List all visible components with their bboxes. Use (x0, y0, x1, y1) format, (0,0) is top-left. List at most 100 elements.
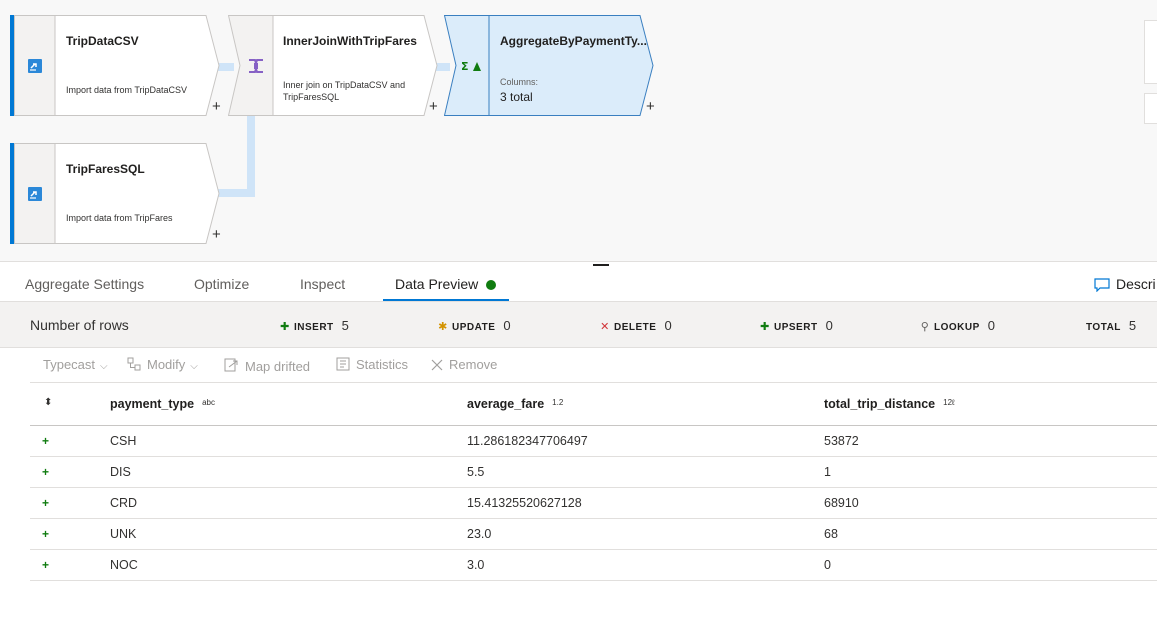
chevron-down-icon: ⌵ (190, 361, 198, 372)
stat-label: TOTAL (1086, 322, 1121, 333)
data-flow-canvas[interactable]: TripDataCSV Import data from TripDataCSV… (0, 0, 1157, 262)
lookup-icon: ⚲ (920, 321, 930, 333)
source-icon (14, 143, 56, 244)
insert-icon: ✚ (280, 321, 290, 333)
column-header-total-trip-distance[interactable]: total_trip_distance 12ℓ (824, 397, 955, 411)
join-icon (236, 15, 276, 116)
type-icon: 12ℓ (943, 398, 955, 407)
map-drifted-label: Map drifted (245, 359, 311, 374)
active-tab-indicator (383, 299, 509, 301)
stat-value: 5 (1128, 318, 1137, 333)
stat-upsert: ✚ UPSERT 0 (759, 318, 833, 333)
column-header-average-fare[interactable]: average_fare 1.2 (467, 397, 563, 411)
stat-value: 0 (987, 318, 996, 333)
stat-update: ✱ UPDATE 0 (437, 318, 511, 333)
statistics-icon (336, 357, 350, 374)
insert-row-icon: + (42, 496, 50, 510)
node-description: Import data from TripFares (66, 213, 173, 223)
svg-text:Σ: Σ (461, 60, 469, 73)
data-preview-table: ⬍ payment_type abc average_fare 1.2 total_… (30, 383, 1157, 581)
column-header-payment-type[interactable]: payment_type abc (110, 397, 215, 411)
stat-label: INSERT (294, 322, 334, 333)
comment-icon (1094, 278, 1110, 295)
typecast-button[interactable]: Typecast ⌵ (43, 357, 108, 372)
node-description: Import data from TripDataCSV (66, 85, 188, 95)
canvas-fit-control[interactable] (1144, 93, 1157, 124)
stat-lookup: ⚲ LOOKUP 0 (919, 318, 995, 333)
node-title: InnerJoinWithTripFares (283, 34, 417, 48)
typecast-label: Typecast (43, 357, 96, 372)
node-title: TripDataCSV (66, 34, 139, 48)
panel-resize-handle[interactable] (593, 264, 609, 266)
table-row: + CSH 11.286182347706497 53872 (30, 426, 1157, 457)
tab-aggregate-settings[interactable]: Aggregate Settings (25, 276, 144, 292)
cell-total-trip-distance: 68910 (824, 496, 859, 510)
stat-value: 0 (664, 318, 672, 333)
stat-value: 0 (503, 318, 511, 333)
table-header: ⬍ payment_type abc average_fare 1.2 total_… (30, 383, 1157, 426)
add-transform-button[interactable]: + (212, 227, 221, 242)
cell-payment-type: CRD (110, 496, 138, 510)
insert-row-icon: + (42, 527, 50, 541)
cell-total-trip-distance: 1 (824, 465, 831, 479)
stat-delete: ✕ DELETE 0 (599, 318, 672, 333)
cell-total-trip-distance: 68 (824, 527, 838, 541)
type-icon: 1.2 (552, 398, 564, 407)
stat-label: UPDATE (452, 322, 496, 333)
stat-label: DELETE (614, 322, 657, 333)
rows-label: Number of rows (30, 317, 129, 333)
cell-payment-type: CSH (110, 434, 137, 448)
tab-inspect[interactable]: Inspect (300, 276, 345, 292)
node-title: TripFaresSQL (66, 162, 145, 176)
stat-value: 5 (341, 318, 349, 333)
stat-insert: ✚ INSERT 5 (279, 318, 349, 333)
node-tripfaressql[interactable]: TripFaresSQL Import data from TripFares … (10, 143, 221, 244)
remove-button[interactable]: Remove (431, 357, 497, 374)
node-innerjoin[interactable]: InnerJoinWithTripFares Inner join on Tri… (228, 15, 440, 116)
add-transform-button[interactable]: + (646, 99, 655, 114)
tab-data-preview[interactable]: Data Preview (395, 276, 497, 292)
cell-total-trip-distance: 0 (824, 558, 831, 572)
cell-total-trip-distance: 53872 (824, 434, 859, 448)
cell-average-fare: 5.5 (467, 465, 485, 479)
cell-average-fare: 3.0 (467, 558, 485, 572)
node-aggregate[interactable]: Σ AggregateByPaymentTy... Columns: 3 tot… (444, 15, 656, 116)
row-stats-bar: Number of rows ✚ INSERT 5 ✱ UPDATE 0 ✕ DELETE… (0, 302, 1157, 348)
remove-label: Remove (449, 357, 498, 372)
stat-label: LOOKUP (934, 322, 980, 333)
table-row: + DIS 5.5 1 (30, 457, 1157, 488)
node-description: Inner join on TripDataCSV and TripFaresS… (283, 80, 406, 102)
canvas-zoom-controls[interactable] (1144, 20, 1157, 84)
table-row: + UNK 23.0 68 (30, 519, 1157, 550)
connector-tripfares-join-horizontal (218, 189, 255, 197)
modify-button[interactable]: Modify ⌵ (127, 357, 198, 374)
tab-optimize[interactable]: Optimize (194, 276, 249, 292)
node-title: AggregateByPaymentTy... (500, 34, 647, 48)
tab-label: Data Preview (395, 276, 479, 292)
description-label: Descri (1116, 276, 1156, 292)
cell-payment-type: UNK (110, 527, 137, 541)
column-name: payment_type (110, 397, 195, 411)
node-tripdatacsv[interactable]: TripDataCSV Import data from TripDataCSV… (10, 15, 221, 116)
sort-icon[interactable]: ⬍ (44, 397, 52, 408)
map-drifted-icon (223, 357, 239, 376)
cell-average-fare: 15.41325520627128 (467, 496, 582, 510)
table-row: + NOC 3.0 0 (30, 550, 1157, 581)
map-drifted-button[interactable]: Map drifted (223, 357, 310, 376)
close-icon (431, 359, 443, 374)
columns-count: 3 total (500, 90, 533, 104)
cell-average-fare: 11.286182347706497 (467, 434, 588, 448)
connector-tripfares-join-vertical (247, 114, 255, 196)
modify-icon (127, 357, 141, 374)
description-button[interactable]: Descri (1094, 276, 1156, 295)
column-name: average_fare (467, 397, 545, 411)
preview-toolbar: Typecast ⌵ Modify ⌵ Map drifted Statistics… (30, 348, 1157, 383)
add-transform-button[interactable]: + (212, 99, 221, 114)
cell-payment-type: NOC (110, 558, 138, 572)
statistics-button[interactable]: Statistics (336, 357, 408, 374)
delete-icon: ✕ (600, 321, 610, 333)
insert-row-icon: + (42, 434, 50, 448)
cell-average-fare: 23.0 (467, 527, 492, 541)
add-transform-button[interactable]: + (429, 99, 438, 114)
type-icon: abc (202, 398, 215, 407)
